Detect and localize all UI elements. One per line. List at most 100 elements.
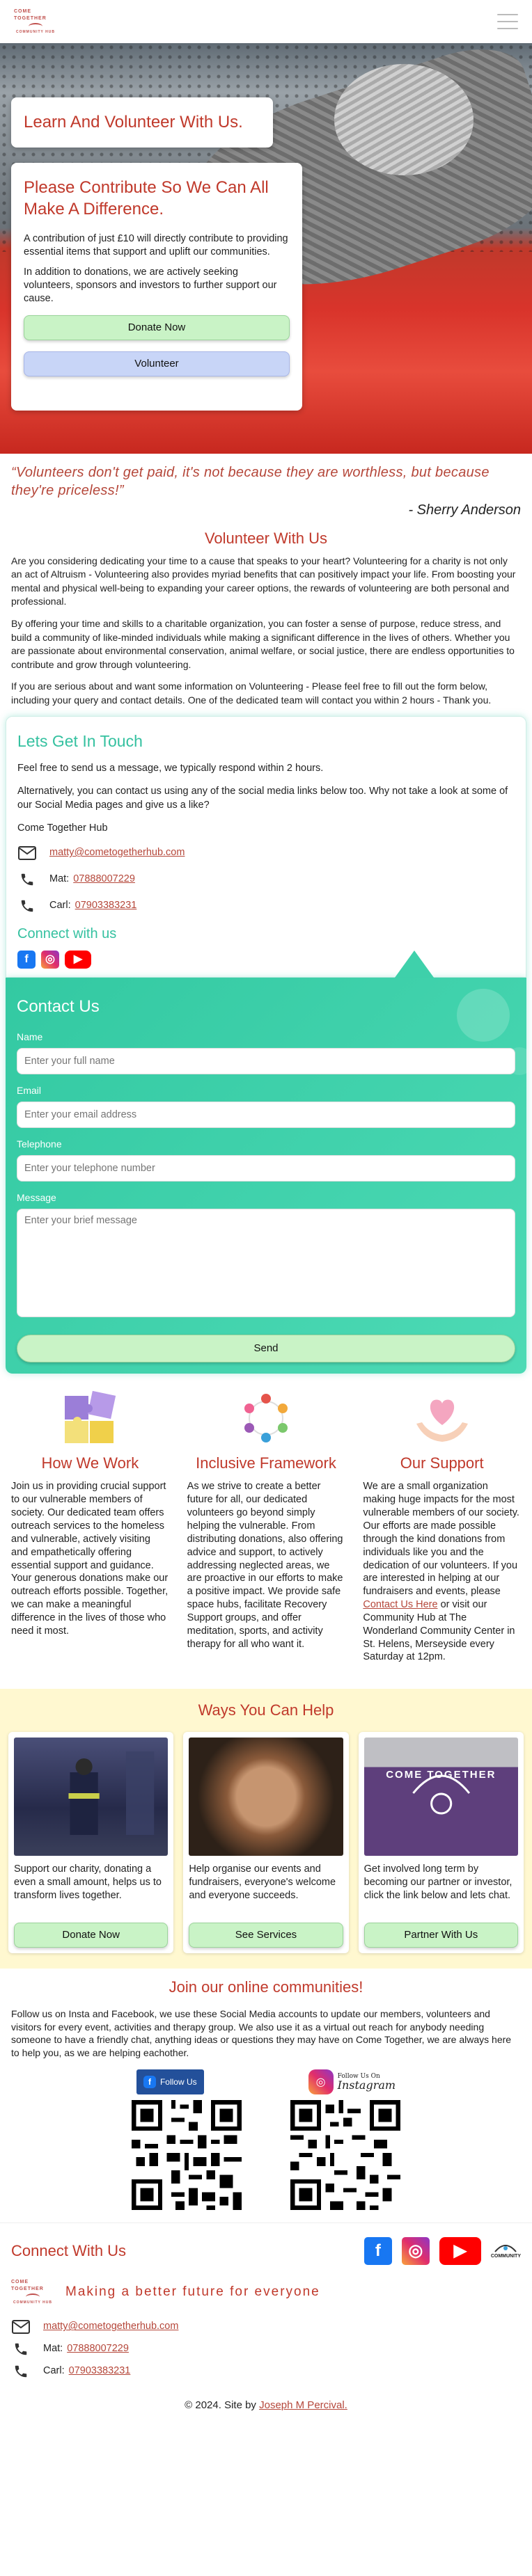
instagram-qr-code[interactable] [290,2100,400,2211]
facebook-follow-button[interactable]: f Follow Us [136,2069,204,2095]
quote-section: “Volunteers don't get paid, it's not bec… [0,454,532,520]
facebook-qr-code[interactable] [132,2100,242,2211]
envelope-icon [17,845,37,861]
send-button[interactable]: Send [17,1334,515,1362]
feature-text: We are a small organization making huge … [363,1480,521,1664]
phone-icon [17,898,37,914]
instagram-icon: ◎ [308,2069,334,2095]
help-card-services: Help organise our events and fundraisers… [183,1731,349,1953]
feature-title: Our Support [400,1454,484,1472]
youtube-icon[interactable]: ▶ [439,2237,481,2266]
hamburger-icon[interactable] [497,14,518,29]
volunteer-paragraph-1: Are you considering dedicating your time… [11,555,516,607]
contact-form: Contact Us Name Email Telephone Message … [6,977,532,1374]
mat-phone-link[interactable]: 07888007229 [73,873,135,887]
ways-title: Ways You Can Help [198,1701,334,1719]
heart-hands-icon [363,1389,521,1447]
phone-icon [11,2342,31,2357]
facebook-icon[interactable]: f [17,950,36,969]
instagram-icon[interactable]: ◎ [41,950,59,969]
instagram-icon[interactable]: ◎ [401,2237,430,2266]
volunteer-button[interactable]: Volunteer [24,351,290,376]
footer-connect: Connect With Us f ◎ ▶ COMMUNITY [0,2223,532,2276]
online-title: Join our online communities! [169,1978,363,1996]
get-in-touch-title: Lets Get In Touch [17,731,143,750]
help-card-text: Support our charity, donating a even a s… [14,1863,162,1901]
site-logo[interactable]: COME TOGETHER COMMUNITY HUB [14,6,57,38]
name-input[interactable] [17,1048,515,1075]
hero-title: Learn And Volunteer With Us. [11,97,273,148]
logo-subtext: COMMUNITY HUB [16,30,55,35]
get-in-touch-text-1: Feel free to send us a message, we typic… [17,762,324,774]
puzzle-icon [11,1389,169,1447]
contribute-card: Please Contribute So We Can All Make A D… [11,163,302,411]
hero-image-glove-cuff [334,64,474,175]
help-card-partner: COME TOGETHER Get involved long term by … [358,1731,524,1953]
envelope-icon [11,2319,31,2335]
facebook-follow-label: Follow Us [159,2077,197,2088]
mat-label: Mat: [49,873,70,885]
decor-bubble [506,1047,532,1075]
carl-label: Carl: [43,2365,65,2377]
volunteer-section: Volunteer With Us Are you considering de… [0,528,532,708]
help-card-text: Help organise our events and fundraisers… [189,1863,336,1901]
connect-with-us-title: Connect with us [17,925,117,941]
site-author-link[interactable]: Joseph M Percival. [259,2399,347,2411]
message-textarea[interactable] [17,1208,515,1317]
logo-text: COME TOGETHER [11,2280,44,2291]
facebook-icon[interactable]: f [363,2237,392,2266]
instagram-brand: Instagram [337,2078,396,2092]
contribute-title: Please Contribute So We Can All Make A D… [24,178,269,219]
hero-section: Learn And Volunteer With Us. Please Cont… [0,43,532,454]
donate-now-button[interactable]: Donate Now [24,315,290,340]
donate-now-button[interactable]: Donate Now [14,1922,169,1948]
contact-us-here-link[interactable]: Contact Us Here [363,1599,437,1610]
carl-phone-link[interactable]: 07903383231 [75,899,137,913]
volunteer-title: Volunteer With Us [204,530,328,547]
email-link[interactable]: matty@cometogetherhub.com [49,846,185,860]
feature-text: Join us in providing crucial support to … [11,1481,169,1637]
telephone-input[interactable] [17,1154,515,1182]
phone-icon [11,2364,31,2379]
feature-our-support: Our Support We are a small organization … [357,1389,526,1664]
tshirt-logo-text: COME TOGETHER [386,1768,496,1781]
feature-title: Inclusive Framework [196,1454,336,1472]
help-card-donate: Support our charity, donating a even a s… [8,1731,174,1953]
quote-text: “Volunteers don't get paid, it's not bec… [11,465,490,498]
email-label: Email [17,1085,42,1097]
instagram-follow-button[interactable]: ◎ Follow Us On Instagram [308,2069,396,2095]
carl-phone-row: Carl: 07903383231 [17,898,515,914]
facebook-icon: f [143,2076,156,2089]
youtube-icon[interactable]: ▶ [65,950,91,969]
contact-form-title: Contact Us [17,996,100,1016]
logo-subtext: COMMUNITY HUB [13,2300,52,2305]
phone-icon [17,872,37,887]
online-text: Follow us on Insta and Facebook, we use … [11,2007,512,2059]
email-input[interactable] [17,1102,515,1129]
name-label: Name [17,1031,43,1043]
online-communities-section: Join our online communities! Follow us o… [0,1969,532,2211]
partner-with-us-button[interactable]: Partner With Us [363,1922,518,1948]
volunteer-paragraph-2: By offering your time and skills to a ch… [11,618,515,670]
volunteer-paragraph-3: If you are serious about and want some i… [11,681,492,706]
footer-logo[interactable]: COME TOGETHER COMMUNITY HUB [11,2276,54,2308]
mat-label: Mat: [43,2343,63,2355]
community-logo[interactable]: COMMUNITY [491,2242,521,2259]
footer-contact: matty@cometogetherhub.com Mat: 078880072… [0,2319,532,2379]
get-in-touch-text-2: Alternatively, you can contact us using … [17,786,508,811]
site-header: COME TOGETHER COMMUNITY HUB [0,0,532,43]
copyright: © 2024. Site by Joseph M Percival. [0,2399,532,2412]
ways-to-help-section: Ways You Can Help Support our charity, d… [0,1689,532,1969]
decor-bubble [457,988,510,1042]
carl-label: Carl: [49,900,71,912]
social-links: f ◎ ▶ [17,950,515,969]
outreach-photo [14,1737,169,1856]
tshirt-photo: COME TOGETHER [363,1737,518,1856]
hands-together-photo [189,1737,343,1856]
footer-carl-row: Carl: 07903383231 [11,2364,521,2379]
help-card-text: Get involved long term by becoming our p… [363,1863,513,1901]
footer-email-link[interactable]: matty@cometogetherhub.com [43,2320,178,2334]
footer-carl-phone-link[interactable]: 07903383231 [69,2364,131,2378]
footer-mat-phone-link[interactable]: 07888007229 [67,2342,129,2356]
see-services-button[interactable]: See Services [189,1922,343,1948]
